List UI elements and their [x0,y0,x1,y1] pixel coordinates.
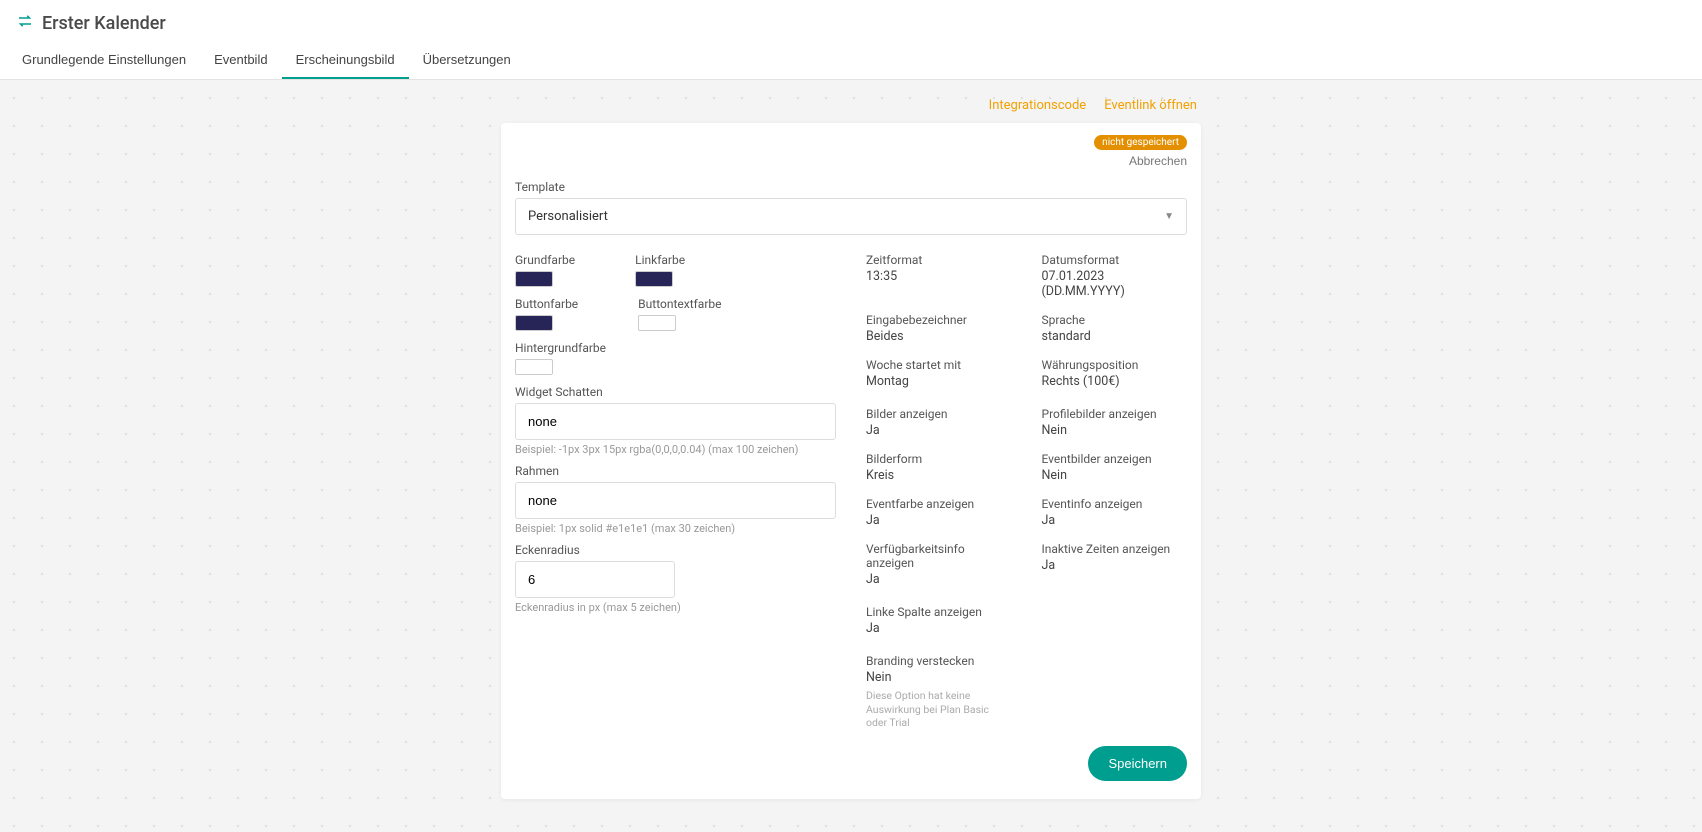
radius-input[interactable] [515,561,675,598]
setting-label: Woche startet mit [866,358,1012,372]
settings-group-display: Bilder anzeigen Ja Profilebilder anzeigen N… [866,407,1187,587]
setting-value: Montag [866,374,1012,389]
setting-item[interactable]: Woche startet mit Montag [866,358,1012,389]
page-title: Erster Kalender [42,13,166,34]
setting-note: Diese Option hat keine Auswirkung bei Pl… [866,689,1006,730]
setting-item[interactable]: Linke Spalte anzeigen Ja [866,605,1012,636]
setting-label: Linke Spalte anzeigen [866,605,1012,619]
setting-value: Nein [1042,423,1188,438]
setting-item[interactable]: Sprache standard [1042,313,1188,344]
tab-eventbild[interactable]: Eventbild [200,42,281,79]
settings-group-layout: Linke Spalte anzeigen Ja [866,605,1187,636]
border-hint: Beispiel: 1px solid #e1e1e1 (max 30 zeic… [515,522,836,535]
setting-label: Datumsformat [1042,253,1188,267]
border-label: Rahmen [515,464,836,478]
template-value: Personalisiert [528,209,608,224]
unsaved-badge: nicht gespeichert [1094,135,1187,150]
tab-erscheinungsbild[interactable]: Erscheinungsbild [282,42,409,79]
setting-item[interactable]: Verfügbarkeitsinfo anzeigen Ja [866,542,1012,587]
radius-hint: Eckenradius in px (max 5 zeichen) [515,601,836,614]
shadow-input[interactable] [515,403,836,440]
link-integrationscode[interactable]: Integrationscode [989,98,1087,113]
hintergrundfarbe-swatch[interactable] [515,359,553,375]
setting-value: Ja [1042,513,1188,528]
setting-value: Ja [1042,558,1188,573]
shadow-hint: Beispiel: -1px 3px 15px rgba(0,0,0,0.04)… [515,443,836,456]
settings-group-branding: Branding verstecken Nein Diese Option hat … [866,654,1187,730]
setting-label: Eventbilder anzeigen [1042,452,1188,466]
setting-label: Zeitformat [866,253,1012,267]
buttonfarbe-label: Buttonfarbe [515,297,578,311]
setting-label: Inaktive Zeiten anzeigen [1042,542,1188,556]
setting-item[interactable]: Währungsposition Rechts (100€) [1042,358,1188,389]
hintergrundfarbe-label: Hintergrundfarbe [515,341,606,355]
setting-label: Branding verstecken [866,654,1012,668]
setting-value: Ja [866,621,1012,636]
setting-label: Eventinfo anzeigen [1042,497,1188,511]
top-links: Integrationscode Eventlink öffnen [501,92,1201,123]
setting-value: Ja [866,572,1012,587]
setting-label: Verfügbarkeitsinfo anzeigen [866,542,1012,570]
right-column: Zeitformat 13:35 Datumsformat 07.01.2023 (D… [866,253,1187,730]
setting-value: Ja [866,513,1012,528]
left-column: Grundfarbe Linkfarbe Buttonfarbe [515,253,836,730]
tabs: Grundlegende Einstellungen Eventbild Ers… [0,42,1702,79]
tab-uebersetzungen[interactable]: Übersetzungen [409,42,525,79]
setting-item[interactable]: Branding verstecken Nein Diese Option hat … [866,654,1012,730]
settings-group-format: Zeitformat 13:35 Datumsformat 07.01.2023 (D… [866,253,1187,389]
setting-value: standard [1042,329,1188,344]
template-select[interactable]: Personalisiert ▼ [515,198,1187,235]
setting-value: Ja [866,423,1012,438]
setting-value: Nein [1042,468,1188,483]
setting-item[interactable]: Bilder anzeigen Ja [866,407,1012,438]
linkfarbe-swatch[interactable] [635,271,673,287]
linkfarbe-label: Linkfarbe [635,253,685,267]
setting-item[interactable]: Bilderform Kreis [866,452,1012,483]
setting-label: Bilderform [866,452,1012,466]
grundfarbe-label: Grundfarbe [515,253,575,267]
grundfarbe-swatch[interactable] [515,271,553,287]
setting-value: Kreis [866,468,1012,483]
setting-label: Eingabebezeichner [866,313,1012,327]
setting-value: Nein [866,670,1012,685]
link-eventlink[interactable]: Eventlink öffnen [1104,98,1197,113]
setting-label: Profilebilder anzeigen [1042,407,1188,421]
save-button[interactable]: Speichern [1088,746,1187,781]
setting-value: 13:35 [866,269,1012,284]
setting-item[interactable]: Datumsformat 07.01.2023 (DD.MM.YYYY) [1042,253,1188,299]
buttontextfarbe-label: Buttontextfarbe [638,297,721,311]
template-label: Template [515,180,1187,194]
setting-value: Beides [866,329,1012,344]
setting-item[interactable]: Inaktive Zeiten anzeigen Ja [1042,542,1188,587]
setting-label: Sprache [1042,313,1188,327]
setting-item[interactable]: Eventinfo anzeigen Ja [1042,497,1188,528]
caret-down-icon: ▼ [1164,211,1174,222]
setting-value: Rechts (100€) [1042,374,1188,389]
setting-label: Währungsposition [1042,358,1188,372]
tab-grundlegende[interactable]: Grundlegende Einstellungen [8,42,200,79]
shadow-label: Widget Schatten [515,385,836,399]
setting-item[interactable]: Eventfarbe anzeigen Ja [866,497,1012,528]
swap-icon [16,12,34,34]
radius-label: Eckenradius [515,543,836,557]
setting-label: Bilder anzeigen [866,407,1012,421]
setting-label: Eventfarbe anzeigen [866,497,1012,511]
settings-card: nicht gespeichert Abbrechen Template Per… [501,123,1201,799]
page-header: Erster Kalender Grundlegende Einstellung… [0,0,1702,80]
cancel-button[interactable]: Abbrechen [1129,154,1187,168]
setting-item[interactable]: Eventbilder anzeigen Nein [1042,452,1188,483]
setting-value: 07.01.2023 (DD.MM.YYYY) [1042,269,1188,299]
buttontextfarbe-swatch[interactable] [638,315,676,331]
setting-item[interactable]: Zeitformat 13:35 [866,253,1012,299]
setting-item[interactable]: Eingabebezeichner Beides [866,313,1012,344]
border-input[interactable] [515,482,836,519]
setting-item[interactable]: Profilebilder anzeigen Nein [1042,407,1188,438]
buttonfarbe-swatch[interactable] [515,315,553,331]
